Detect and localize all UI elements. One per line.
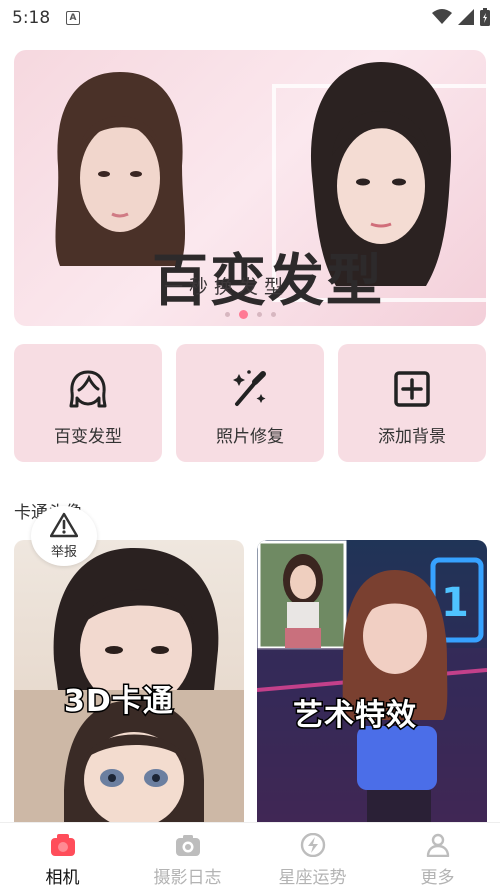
feature-card-add-background[interactable]: 添加背景: [338, 344, 486, 462]
pagination-dot[interactable]: [256, 312, 262, 317]
status-bar: 5:18 A: [0, 0, 500, 36]
report-label: 举报: [50, 545, 77, 560]
content-card-3d-cartoon[interactable]: 3D卡通: [14, 540, 244, 822]
feature-grid: 百变发型 照片修复 添加背景: [14, 344, 486, 462]
battery-icon: [480, 8, 490, 26]
card-label: 3D卡通: [63, 683, 175, 721]
banner-pagination[interactable]: [14, 310, 486, 319]
pagination-dot[interactable]: [224, 312, 230, 317]
nav-item-camera[interactable]: 相机: [0, 823, 125, 889]
banner-subtitle: 一秒换发型: [164, 276, 290, 298]
system-icons: [432, 8, 490, 26]
nav-label: 星座运势: [278, 868, 347, 888]
warning-icon: [50, 512, 78, 538]
nav-label: 更多: [420, 868, 455, 888]
art-effect-image: 1: [257, 540, 487, 822]
wifi-icon: [432, 9, 452, 24]
photo-camera-icon: [175, 835, 200, 856]
feature-card-photo-repair[interactable]: 照片修复: [176, 344, 324, 462]
feature-card-hairstyle[interactable]: 百变发型: [14, 344, 162, 462]
hair-face-icon: [69, 370, 107, 408]
status-time: 5:18: [12, 8, 51, 28]
signal-icon: [458, 9, 474, 25]
feature-label: 照片修复: [216, 427, 284, 447]
feature-label: 添加背景: [378, 427, 446, 447]
content-card-art-effect[interactable]: 1 艺术特效: [257, 540, 487, 822]
card-label: 艺术特效: [292, 697, 418, 735]
nav-item-horoscope[interactable]: 星座运势: [250, 823, 375, 889]
add-square-icon: [394, 371, 430, 407]
nav-label: 相机: [45, 868, 80, 888]
nav-item-more[interactable]: 更多: [375, 823, 500, 889]
pagination-dot-active[interactable]: [238, 310, 248, 319]
bottom-nav: 相机 摄影日志 星座运势 更多: [0, 822, 500, 889]
nav-item-photo-log[interactable]: 摄影日志: [125, 823, 250, 889]
feature-label: 百变发型: [54, 427, 122, 447]
notification-icon: A: [66, 11, 80, 25]
person-icon: [426, 833, 449, 857]
promo-banner[interactable]: 百变发型 一秒换发型: [14, 50, 486, 326]
report-button[interactable]: 举报: [31, 506, 97, 566]
pagination-dot[interactable]: [270, 312, 276, 317]
nav-label: 摄影日志: [153, 868, 222, 888]
camera-icon: [50, 834, 75, 856]
svg-text:1: 1: [441, 580, 469, 626]
lightning-icon: [300, 833, 325, 857]
magic-wand-icon: [233, 370, 266, 406]
